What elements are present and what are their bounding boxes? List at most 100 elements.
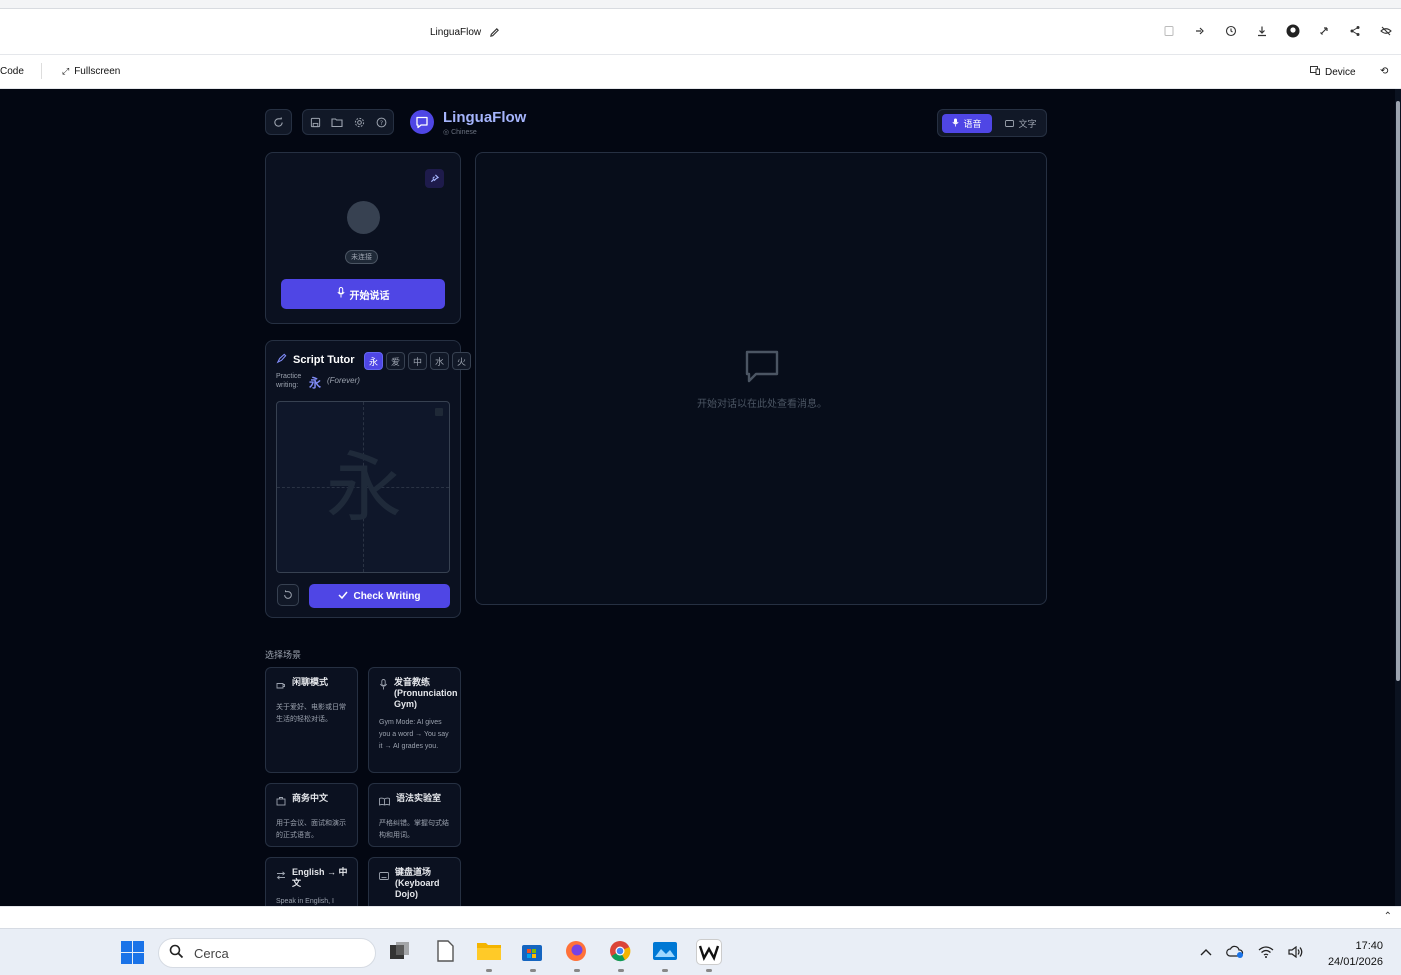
keyboard-icon: [379, 867, 389, 885]
running-indicator: [618, 969, 624, 972]
share-icon[interactable]: [1347, 23, 1362, 38]
refresh-icon: [271, 114, 286, 130]
photos-icon[interactable]: [652, 939, 678, 965]
keyboard-icon: [1005, 119, 1015, 129]
task-view-icon[interactable]: [388, 939, 414, 965]
microphone-icon: [336, 287, 345, 301]
running-indicator: [486, 969, 492, 972]
save-icon[interactable]: [307, 114, 323, 130]
scrollbar-thumb[interactable]: [1396, 101, 1400, 681]
store-icon[interactable]: [520, 939, 546, 965]
system-clock[interactable]: 17:40 24/01/2026: [1328, 938, 1383, 970]
app-preview: ? LinguaFlow ◎ Chinese 语音 文字 未连接 开始说话 Sc…: [0, 89, 1401, 906]
refresh-icon[interactable]: ⟲: [1380, 66, 1388, 77]
mode-switch: 语音 文字: [937, 109, 1047, 137]
taskbar-search[interactable]: Cerca: [158, 938, 376, 968]
chevron-up-icon[interactable]: ⌃: [1384, 911, 1392, 922]
clock-time: 17:40: [1355, 940, 1383, 952]
bottom-bar: ⌃: [0, 906, 1401, 928]
svg-text:?: ?: [379, 118, 382, 126]
script-tutor-panel: Script Tutor 永 爱 中 水 火 Practice writing:…: [265, 340, 471, 618]
writing-canvas[interactable]: 永: [276, 401, 450, 573]
character-option[interactable]: 火: [452, 352, 471, 370]
character-option[interactable]: 永: [364, 352, 383, 370]
preview-toolbar: Code ⤢ Fullscreen Device ⟲: [0, 55, 1401, 89]
avatar: [347, 201, 380, 234]
notepad-icon[interactable]: [433, 939, 459, 965]
save-icon[interactable]: [1161, 23, 1176, 38]
chat-panel: 开始对话以在此处查看消息。: [475, 152, 1047, 605]
scenario-card[interactable]: 键盘道场 (Keyboard Dojo): [368, 857, 461, 906]
windows-taskbar: Cerca 17:40 24/01/2026: [0, 928, 1401, 975]
check-icon: [338, 591, 349, 602]
rocket-icon[interactable]: [1316, 23, 1331, 38]
mode-text-button[interactable]: 文字: [998, 114, 1044, 133]
divider: [41, 63, 42, 79]
script-tutor-header: Script Tutor: [276, 353, 355, 367]
windows-start-icon[interactable]: [121, 941, 144, 964]
character-option[interactable]: 中: [408, 352, 427, 370]
firefox-icon[interactable]: [564, 939, 590, 965]
app-w-icon[interactable]: [696, 939, 722, 965]
expand-icon: ⤢: [62, 66, 70, 76]
character-option[interactable]: 爱: [386, 352, 405, 370]
left-toolbar: ?: [265, 109, 394, 135]
practice-character: 永: [309, 376, 322, 390]
volume-icon[interactable]: [1288, 945, 1304, 964]
onedrive-icon[interactable]: [1226, 945, 1244, 964]
voice-panel: 未连接 开始说话: [265, 152, 461, 324]
mode-voice-button[interactable]: 语音: [942, 114, 992, 133]
project-title[interactable]: LinguaFlow: [430, 25, 502, 40]
file-explorer-icon[interactable]: [476, 939, 502, 965]
file-toolbar: ?: [302, 109, 394, 135]
chrome-icon[interactable]: [608, 939, 634, 965]
undo-icon: [284, 590, 292, 599]
browser-tab-strip: [0, 0, 1401, 9]
microphone-icon: [952, 118, 960, 129]
gear-icon[interactable]: [351, 114, 367, 130]
wifi-icon[interactable]: [1258, 945, 1274, 964]
fullscreen-button[interactable]: ⤢ Fullscreen: [62, 66, 120, 77]
scenario-card[interactable]: 闲聊模式 关于爱好、电影或日常生活的轻松对话。: [265, 667, 358, 773]
scenario-card[interactable]: English → 中文 Speak in English, I: [265, 857, 358, 906]
system-tray: [1200, 945, 1304, 964]
running-indicator: [662, 969, 668, 972]
pencil-icon[interactable]: [487, 25, 502, 40]
pin-icon: [430, 174, 439, 183]
hide-icon[interactable]: [1378, 23, 1393, 38]
running-indicator: [574, 969, 580, 972]
clear-canvas-button[interactable]: [277, 584, 299, 606]
briefcase-icon: [276, 793, 286, 811]
chat-empty-state: 开始对话以在此处查看消息。: [476, 349, 1048, 410]
canvas-corner-icon: [435, 408, 443, 416]
code-tab[interactable]: Code: [0, 66, 24, 77]
microphone-icon: [379, 677, 388, 695]
brush-icon: [276, 353, 287, 367]
folder-icon[interactable]: [329, 114, 345, 130]
chat-empty-text: 开始对话以在此处查看消息。: [697, 399, 827, 410]
character-selector: 永 爱 中 水 火: [364, 352, 471, 370]
practice-label: Practice writing:: [276, 373, 302, 389]
reset-button[interactable]: [265, 109, 292, 135]
scenario-card[interactable]: 商务中文 用于会议、面试和演示的正式语言。: [265, 783, 358, 847]
ghost-character: 永: [326, 443, 402, 532]
fork-icon[interactable]: [1192, 23, 1207, 38]
check-writing-button[interactable]: Check Writing: [309, 584, 450, 608]
pin-button[interactable]: [425, 169, 444, 188]
running-indicator: [530, 969, 536, 972]
chat-bubble-icon: [745, 350, 779, 383]
help-icon[interactable]: ?: [373, 114, 389, 130]
chevron-up-icon[interactable]: [1200, 945, 1212, 964]
device-button[interactable]: Device: [1310, 66, 1356, 78]
start-speaking-button[interactable]: 开始说话: [281, 279, 445, 309]
history-icon[interactable]: [1223, 23, 1238, 38]
character-option[interactable]: 水: [430, 352, 449, 370]
search-icon: [169, 944, 184, 962]
download-icon[interactable]: [1254, 23, 1269, 38]
github-icon[interactable]: [1285, 23, 1300, 38]
clock-date: 24/01/2026: [1327, 956, 1383, 968]
scenario-card[interactable]: 语法实验室 严格纠错。掌握句式结构和用词。: [368, 783, 461, 847]
device-icon: [1310, 66, 1320, 78]
preview-scrollbar[interactable]: [1395, 89, 1401, 906]
scenario-card[interactable]: 发音教练 (Pronunciation Gym) Gym Mode: AI gi…: [368, 667, 461, 773]
